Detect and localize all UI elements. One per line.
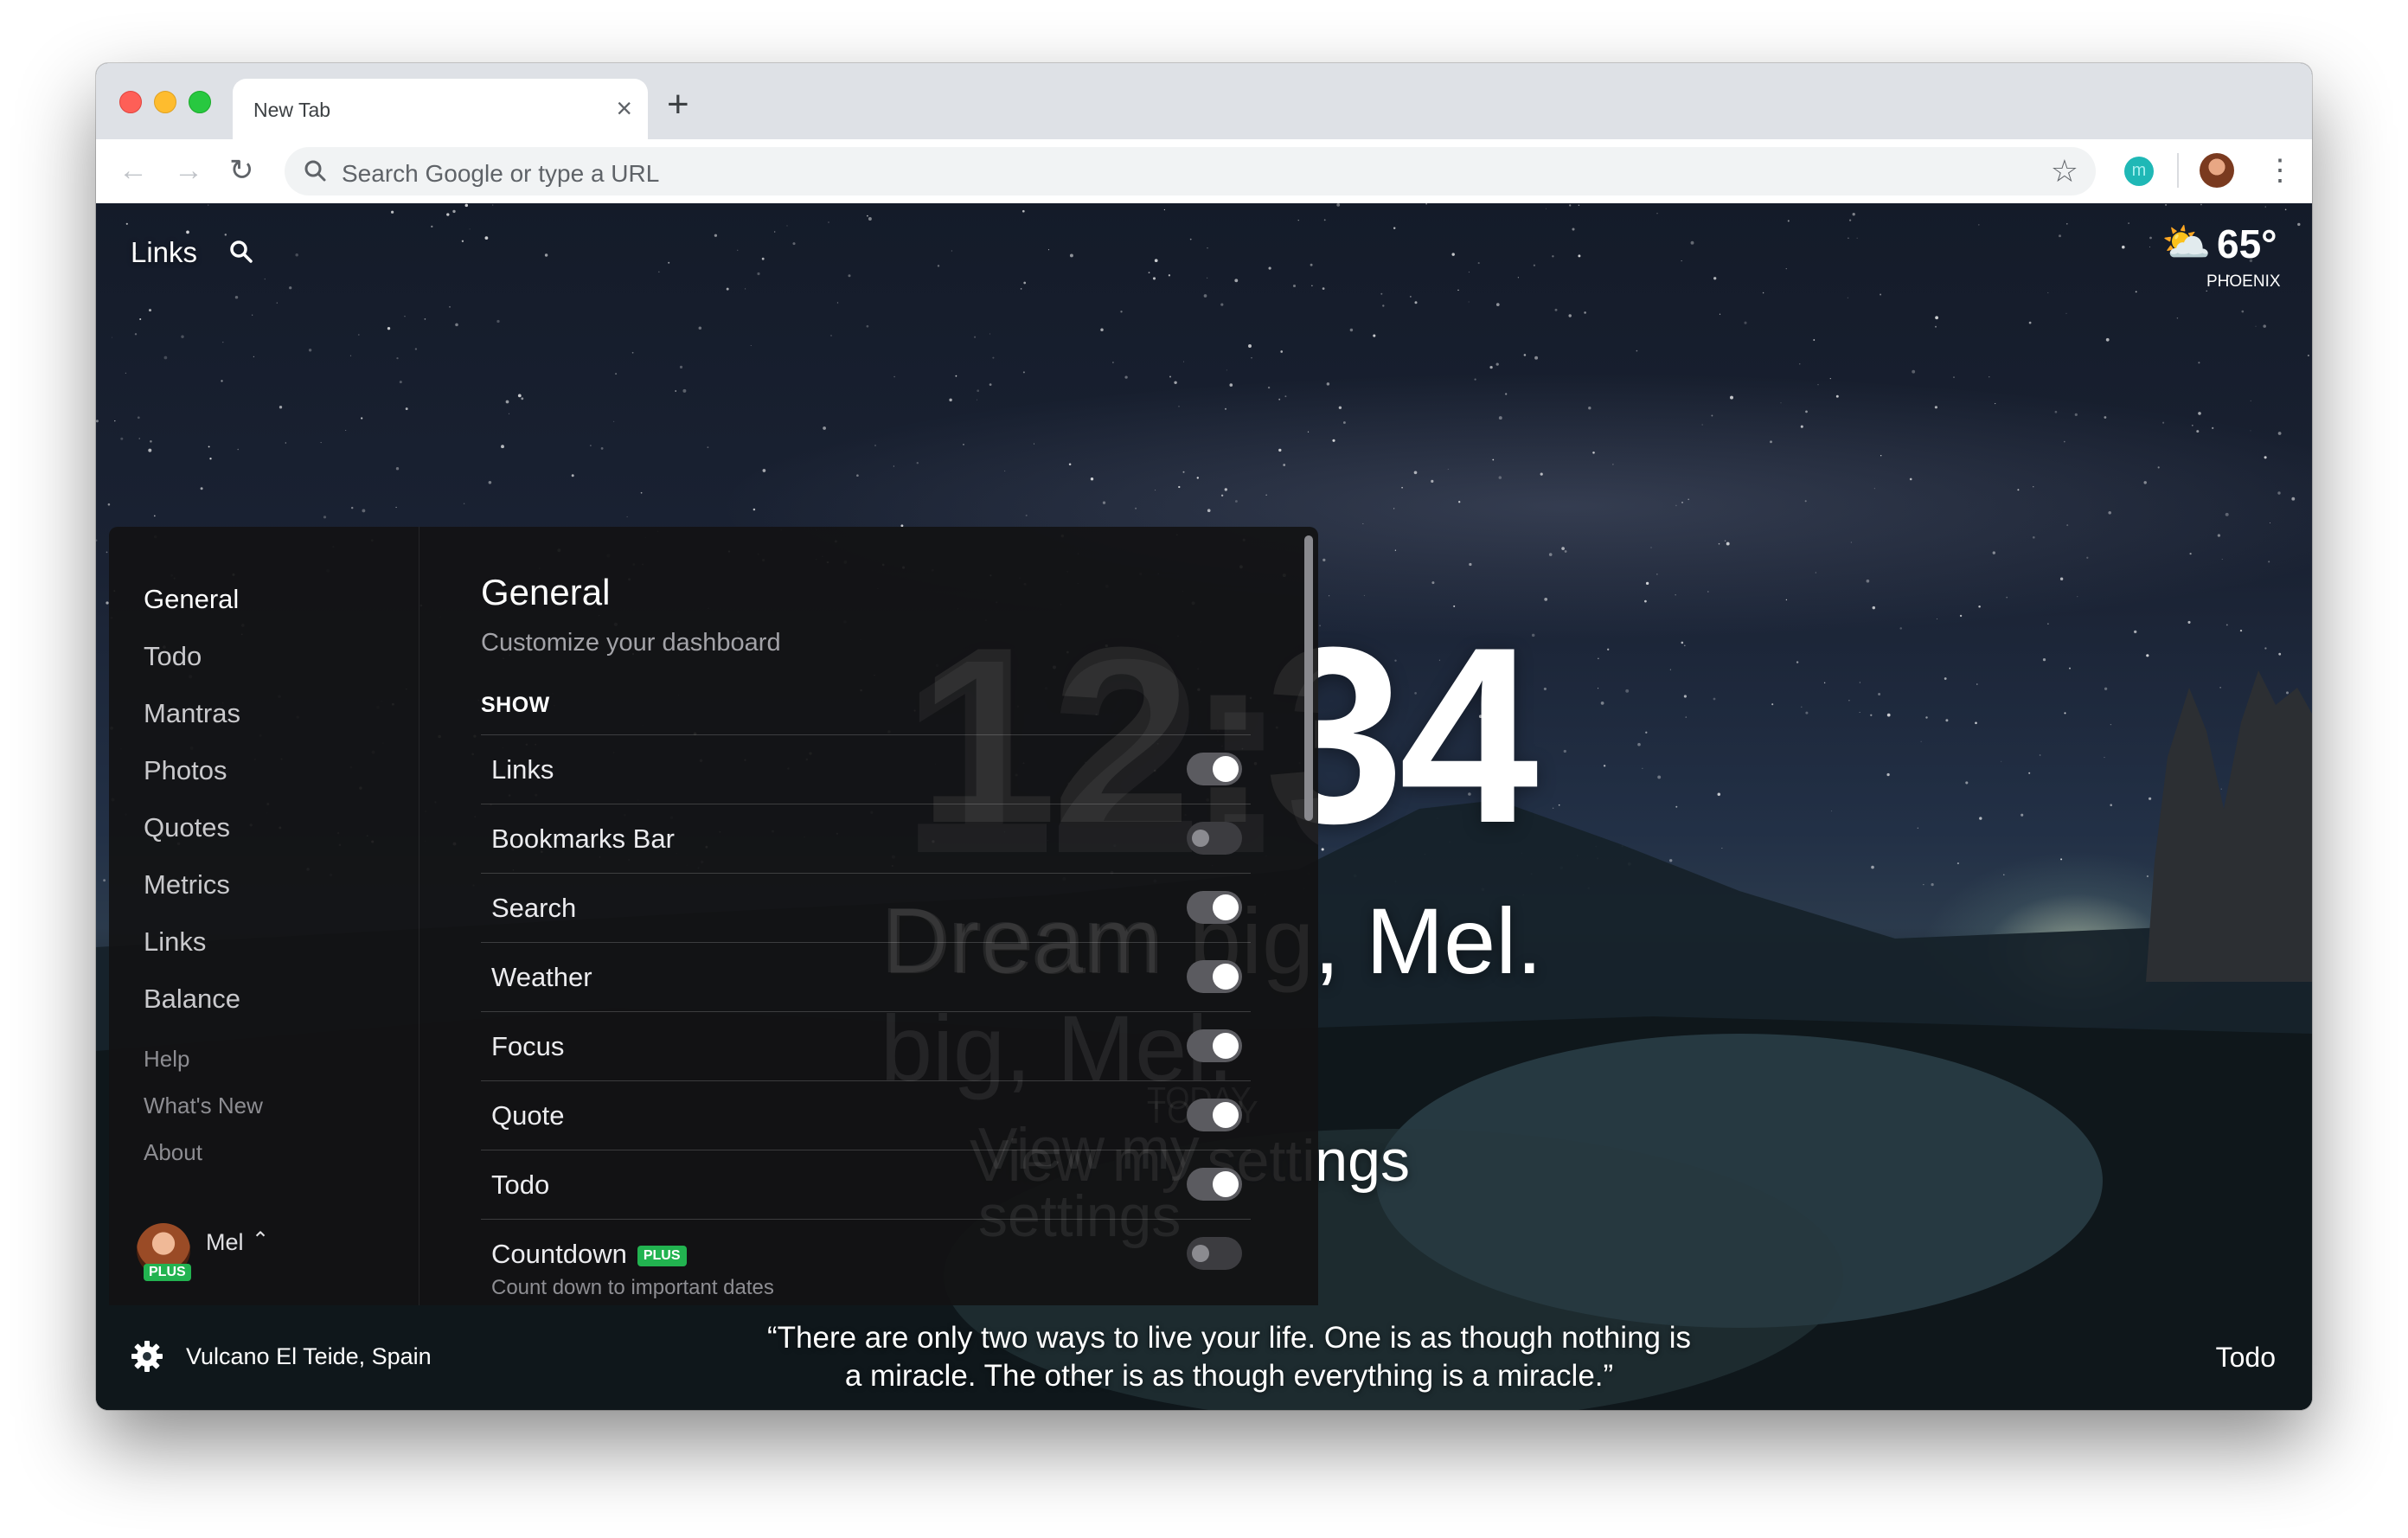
toggle-knob	[1213, 1033, 1239, 1059]
toggle-label: Todo	[491, 1170, 550, 1200]
sidebar-item-links[interactable]: Links	[144, 926, 206, 958]
toggle-label: Search	[491, 893, 577, 923]
toggle-row-weather[interactable]: Weather	[481, 942, 1251, 1011]
toggle-row-countdown[interactable]: Countdown PLUS Count down to important da…	[481, 1219, 1251, 1305]
sidebar-item-mantras[interactable]: Mantras	[144, 698, 240, 729]
settings-content: General Customize your dashboard SHOW Li…	[481, 527, 1251, 1305]
minimize-window-button[interactable]	[154, 91, 176, 113]
search-icon	[304, 160, 326, 182]
toggle-label: Links	[491, 754, 554, 785]
countdown-description: Count down to important dates	[491, 1276, 774, 1299]
toggle-row-quote[interactable]: Quote	[481, 1080, 1251, 1150]
sidebar-item-general[interactable]: General	[144, 584, 239, 615]
partly-cloudy-icon[interactable]: ⛅	[2161, 219, 2211, 266]
links-toggle[interactable]	[1187, 753, 1242, 785]
daily-quote[interactable]: “There are only two ways to live your li…	[736, 1319, 1722, 1395]
sidebar-item-metrics[interactable]: Metrics	[144, 869, 230, 900]
toggle-knob	[1213, 1171, 1239, 1197]
toggle-label: Focus	[491, 1031, 565, 1061]
toggle-row-todo[interactable]: Todo	[481, 1150, 1251, 1219]
settings-title: General	[481, 572, 611, 612]
forward-arrow-icon[interactable]: →	[174, 153, 203, 188]
search-toggle[interactable]	[1187, 891, 1242, 924]
profile-avatar[interactable]	[2200, 153, 2234, 188]
reload-icon[interactable]: ↻	[229, 153, 254, 188]
weather-temperature[interactable]: 65°	[2217, 221, 2277, 267]
weather-toggle[interactable]	[1187, 960, 1242, 993]
settings-subtitle: Customize your dashboard	[481, 629, 781, 657]
sidebar-item-todo[interactable]: Todo	[144, 641, 202, 672]
toggle-knob	[1213, 1102, 1239, 1128]
tab-close-icon[interactable]: ×	[616, 93, 632, 124]
more-menu-icon[interactable]: ⋮	[2265, 153, 2295, 188]
settings-panel: 12:34 Dream big, Mel. TODAY View my sett…	[109, 527, 1318, 1305]
settings-sidebar: General Todo Mantras Photos Quotes Metri…	[109, 527, 419, 1305]
countdown-toggle[interactable]	[1187, 1237, 1242, 1270]
sidebar-item-photos[interactable]: Photos	[144, 755, 227, 786]
toolbar-divider	[2177, 153, 2179, 188]
user-name[interactable]: Mel	[206, 1229, 244, 1256]
toggle-knob	[1192, 1245, 1209, 1262]
chevron-up-icon[interactable]: ⌃	[252, 1227, 269, 1253]
browser-window: New Tab × + ← → ↻ Search Google or type …	[96, 63, 2312, 1410]
sidebar-item-quotes[interactable]: Quotes	[144, 812, 230, 843]
tab-strip: New Tab × +	[96, 63, 2312, 139]
toggle-list: Links Bookmarks Bar Search Weather Focus…	[481, 734, 1251, 1305]
address-placeholder: Search Google or type a URL	[342, 160, 660, 187]
maximize-window-button[interactable]	[189, 91, 211, 113]
toggle-knob	[1213, 756, 1239, 782]
toggle-row-links[interactable]: Links	[481, 734, 1251, 804]
toggle-knob	[1213, 964, 1239, 990]
close-window-button[interactable]	[119, 91, 142, 113]
toggle-label: Bookmarks Bar	[491, 823, 675, 854]
toggle-label: Weather	[491, 962, 592, 992]
bookmarks-bar-toggle[interactable]	[1187, 822, 1242, 855]
extension-icon[interactable]: m	[2124, 157, 2154, 186]
toggle-knob	[1213, 894, 1239, 920]
bookmark-star-icon[interactable]: ☆	[2051, 152, 2078, 190]
toggle-label: Countdown PLUS	[491, 1239, 687, 1270]
sidebar-item-about[interactable]: About	[144, 1139, 202, 1166]
section-header: SHOW	[481, 693, 550, 717]
toggle-knob	[1192, 830, 1209, 847]
dashboard-page: Links ⛅ 65° PHOENIX 12:34 Dream big, Mel…	[96, 203, 2312, 1410]
toggle-row-search[interactable]: Search	[481, 873, 1251, 942]
sidebar-item-whats-new[interactable]: What's New	[144, 1093, 263, 1119]
quote-line: a miracle. The other is as though everyt…	[844, 1359, 1614, 1393]
plus-badge: PLUS	[144, 1264, 191, 1281]
top-links-button[interactable]: Links	[131, 236, 197, 269]
address-bar[interactable]: Search Google or type a URL ☆	[285, 147, 2096, 195]
search-icon[interactable]	[227, 238, 255, 266]
quote-toggle[interactable]	[1187, 1099, 1242, 1131]
quote-line: “There are only two ways to live your li…	[766, 1321, 1692, 1355]
sidebar-item-balance[interactable]: Balance	[144, 984, 240, 1015]
scrollbar-thumb[interactable]	[1304, 535, 1313, 821]
plus-badge: PLUS	[637, 1246, 687, 1266]
toggle-row-bookmarks-bar[interactable]: Bookmarks Bar	[481, 804, 1251, 873]
browser-toolbar: ← → ↻ Search Google or type a URL ☆	[96, 139, 2312, 204]
toggle-row-focus[interactable]: Focus	[481, 1011, 1251, 1080]
focus-toggle[interactable]	[1187, 1029, 1242, 1062]
toggle-label: Quote	[491, 1100, 565, 1131]
countdown-label: Countdown	[491, 1239, 627, 1269]
sidebar-item-help[interactable]: Help	[144, 1046, 189, 1073]
new-tab-button[interactable]: +	[667, 84, 689, 125]
settings-scrollbar[interactable]	[1301, 527, 1318, 1305]
tab-title: New Tab	[253, 99, 331, 121]
settings-gear-icon[interactable]	[129, 1338, 165, 1375]
photo-location[interactable]: Vulcano El Teide, Spain	[186, 1343, 432, 1370]
todo-toggle[interactable]	[1187, 1168, 1242, 1201]
weather-location: PHOENIX	[2206, 272, 2281, 291]
todo-button[interactable]: Todo	[2216, 1342, 2276, 1374]
back-arrow-icon[interactable]: ←	[118, 153, 148, 188]
tab-new-tab[interactable]: New Tab ×	[233, 79, 648, 139]
